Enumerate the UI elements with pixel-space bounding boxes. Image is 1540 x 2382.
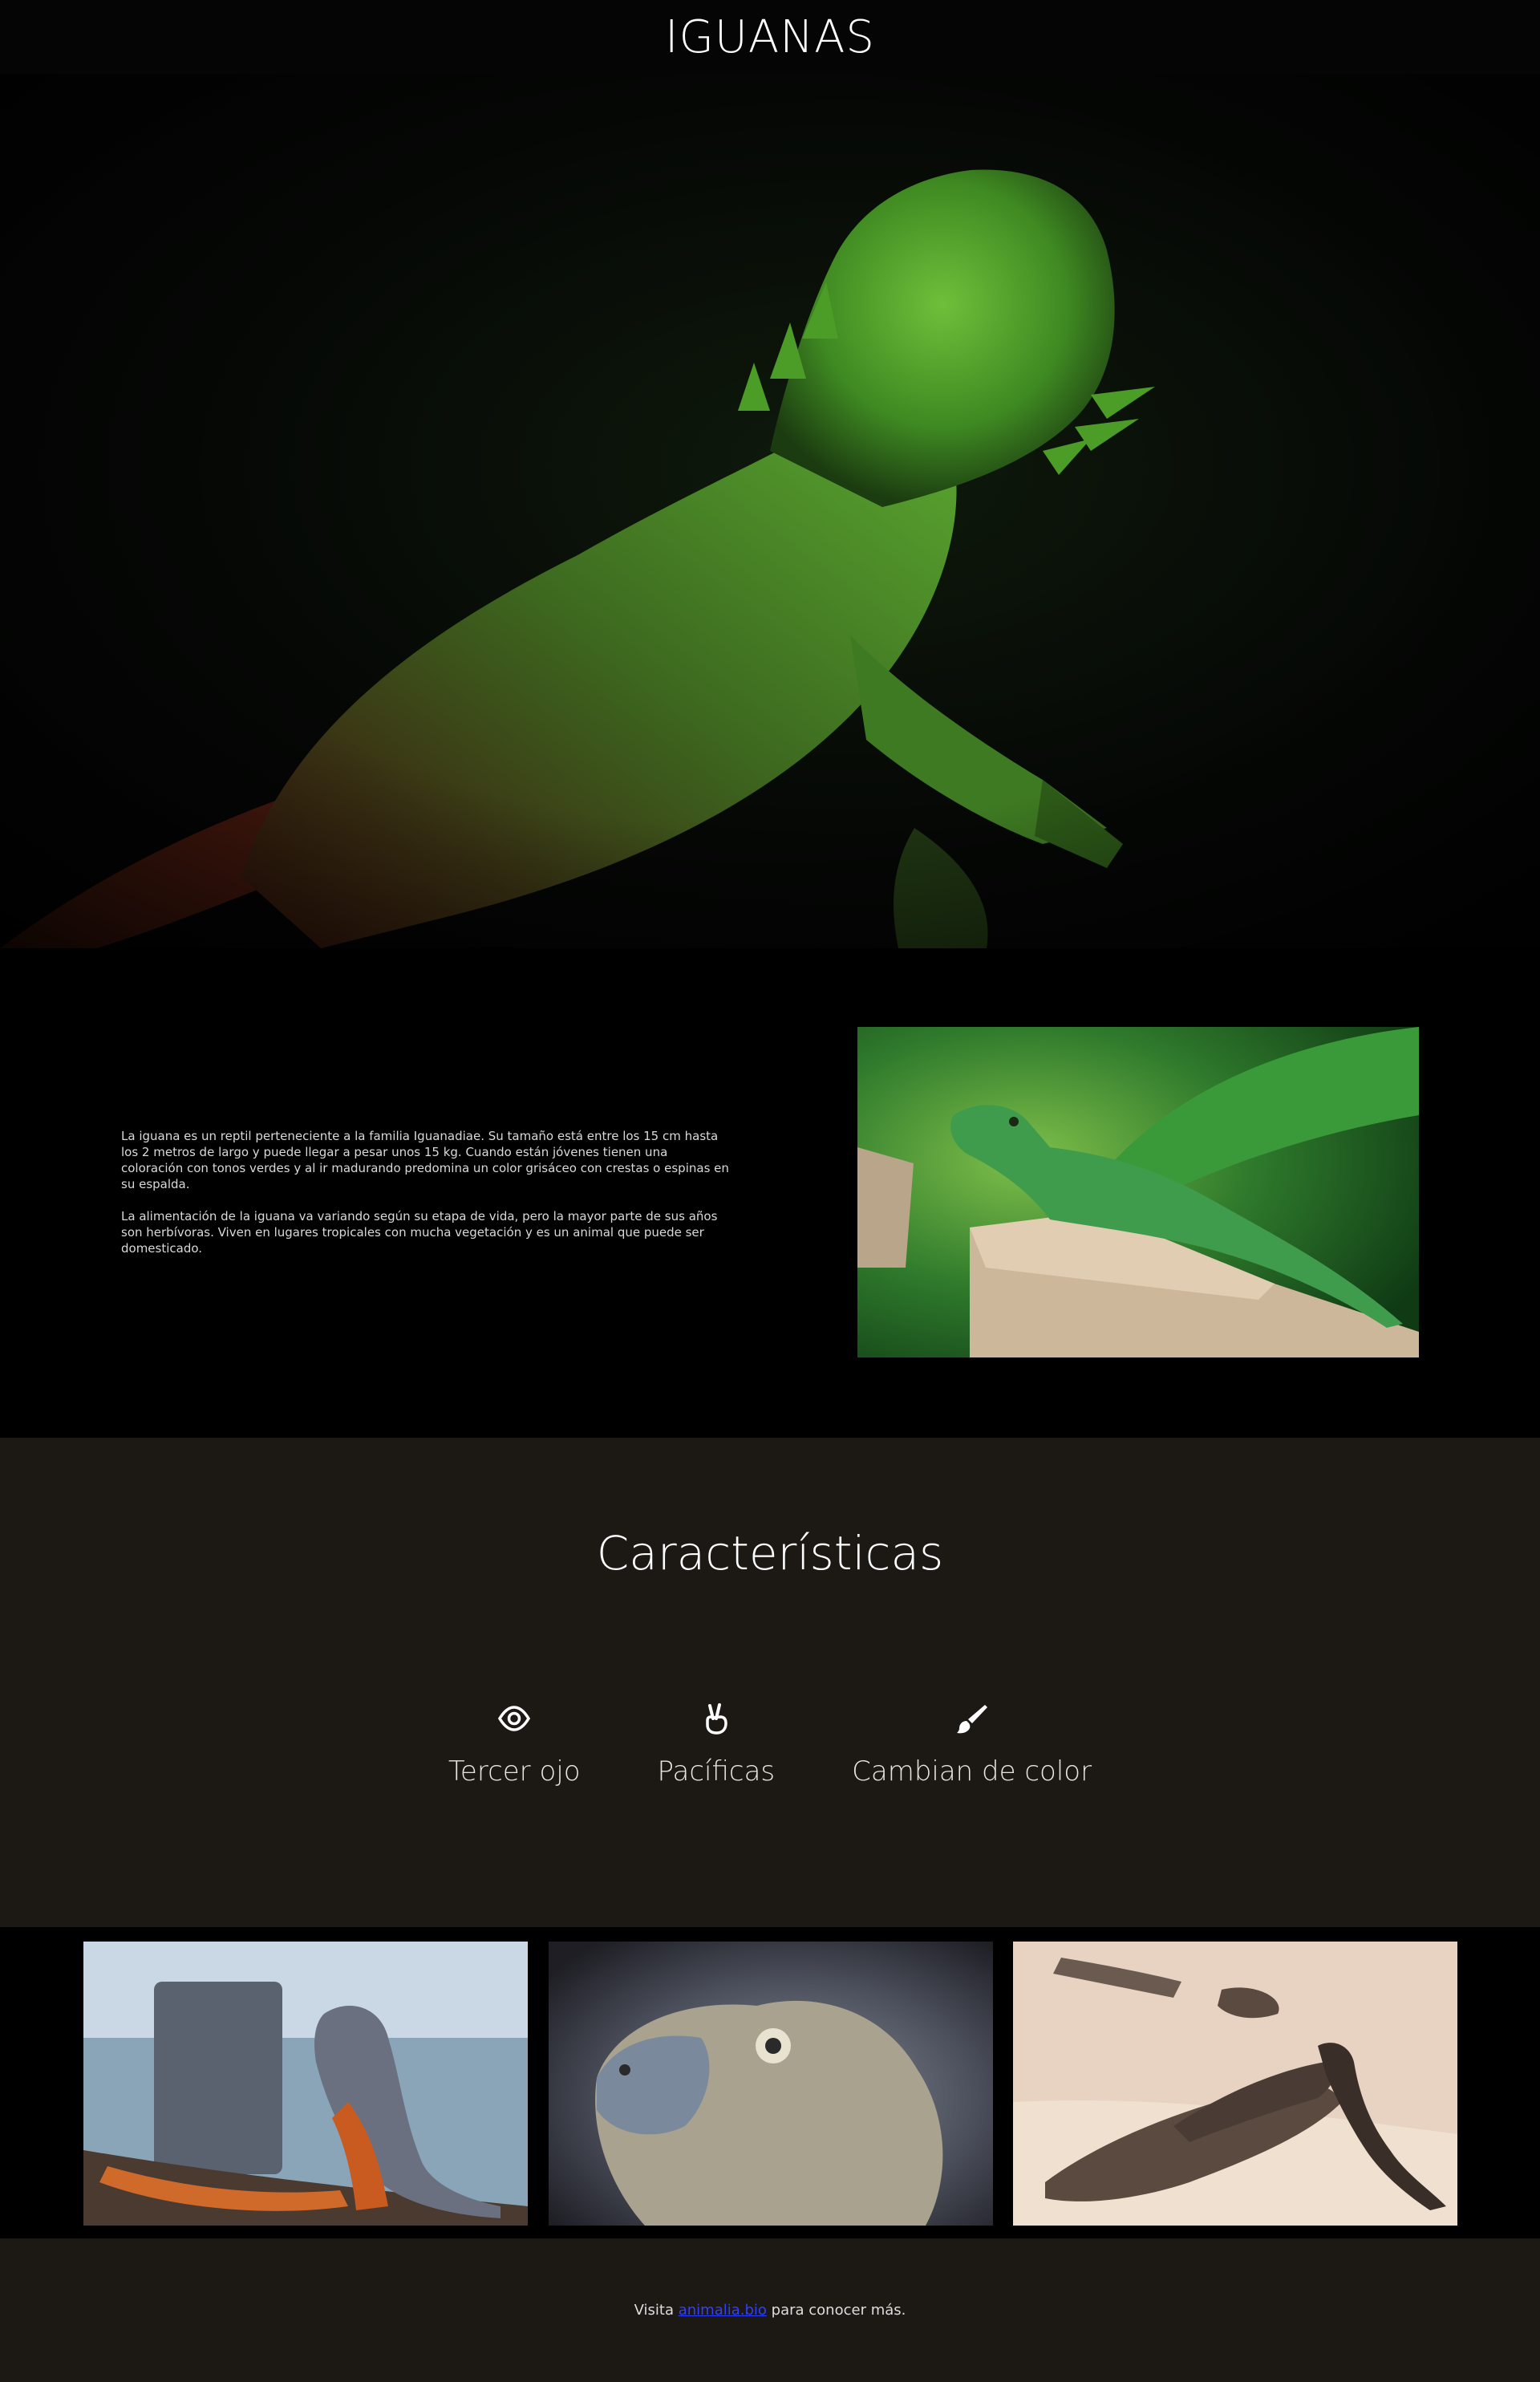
feature-label: Pacíficas <box>657 1755 776 1788</box>
about-paragraph-2: La alimentación de la iguana va variando… <box>121 1209 718 1256</box>
features-title: Características <box>596 1526 944 1581</box>
eye-icon <box>496 1701 532 1736</box>
paintbrush-icon <box>954 1701 990 1736</box>
gallery-photo-orange-iguana <box>83 1942 528 2226</box>
about-paragraph-1: La iguana es un reptil perteneciente a l… <box>121 1129 729 1191</box>
feature-label: Cambian de color <box>852 1755 1092 1788</box>
site-footer: Visita animalia.bio para conocer más. <box>0 2238 1540 2382</box>
features-section: Características Tercer ojo Pacíficas Cam… <box>0 1438 1540 1927</box>
hero-image <box>0 74 1540 948</box>
gallery-photo-iguana-head <box>549 1942 993 2226</box>
feature-item-color-change: Cambian de color <box>852 1701 1092 1788</box>
gallery-photo-iguanas-beach <box>1013 1942 1457 2226</box>
feature-item-peaceful: Pacíficas <box>657 1701 776 1788</box>
features-list: Tercer ojo Pacíficas Cambian de color <box>0 1701 1540 1788</box>
hero-iguana-illustration <box>0 74 1540 948</box>
footer-text-suffix: para conocer más. <box>766 2302 906 2319</box>
about-text: La iguana es un reptil perteneciente a l… <box>121 1128 731 1256</box>
site-title: IGUANAS <box>665 10 875 63</box>
iguana-on-stump-photo <box>857 1027 1419 1357</box>
about-section: La iguana es un reptil perteneciente a l… <box>0 948 1540 1438</box>
footer-link[interactable]: animalia.bio <box>679 2302 767 2319</box>
site-header: IGUANAS <box>0 0 1540 74</box>
feature-item-third-eye: Tercer ojo <box>448 1701 581 1788</box>
footer-text-prefix: Visita <box>634 2302 679 2319</box>
peace-hand-icon <box>699 1701 734 1736</box>
feature-label: Tercer ojo <box>448 1755 581 1788</box>
photo-gallery <box>0 1927 1540 2238</box>
